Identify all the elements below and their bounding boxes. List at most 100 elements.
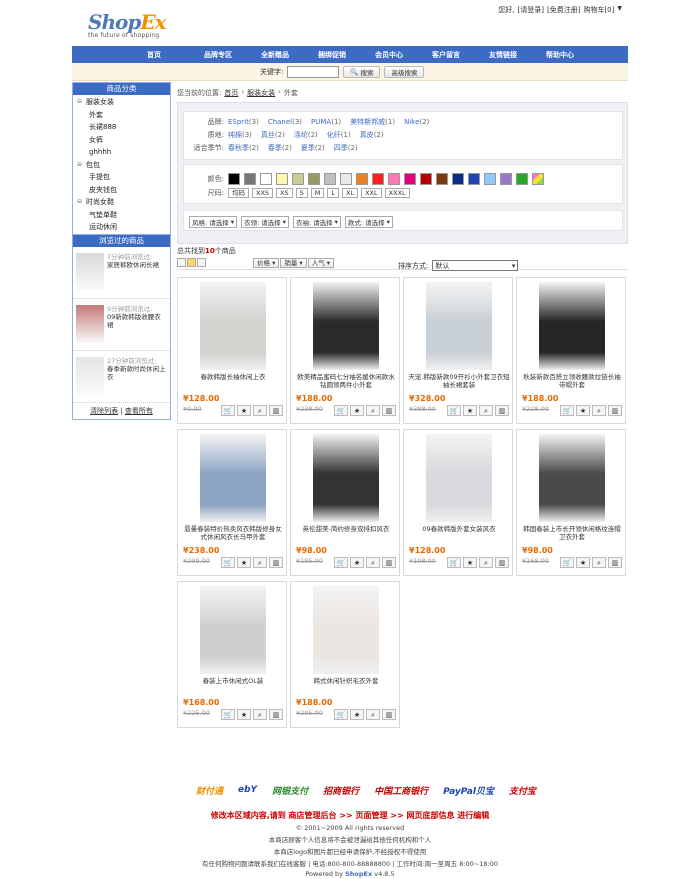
- clear-history-link[interactable]: 清除列表: [90, 407, 118, 415]
- cart-icon[interactable]: 🛒: [447, 405, 461, 416]
- color-swatch[interactable]: [276, 172, 288, 185]
- cart-icon[interactable]: 🛒: [221, 709, 235, 720]
- compare-icon[interactable]: ▥: [382, 709, 396, 720]
- product-image[interactable]: [426, 282, 492, 370]
- favorite-icon[interactable]: ★: [350, 709, 364, 720]
- color-swatch[interactable]: [308, 172, 320, 185]
- history-item[interactable]: 9分钟前浏览过: 09新款韩版收腰衣裙: [73, 299, 170, 351]
- login-link[interactable]: [请登录]: [518, 5, 544, 15]
- history-thumbnail[interactable]: [76, 305, 104, 343]
- product-name[interactable]: 天宠.韩版新款09开衫小外套卫衣短袖长裙套装: [408, 373, 510, 391]
- payment-logo[interactable]: 招商银行: [323, 784, 359, 797]
- collapse-icon[interactable]: ⊖: [77, 96, 83, 109]
- size-option[interactable]: XXL: [361, 187, 382, 198]
- color-swatch[interactable]: [356, 172, 368, 185]
- product-image[interactable]: [313, 434, 379, 522]
- favorite-icon[interactable]: ★: [237, 709, 251, 720]
- zoom-icon[interactable]: ⌕: [366, 557, 380, 568]
- nav-item-4[interactable]: 会员中心: [375, 50, 432, 60]
- product-card[interactable]: 春装上市休闲式OL装 ¥168.00 ¥225.00 🛒 ★ ⌕ ▥: [177, 581, 287, 728]
- filter-option[interactable]: Nike(2): [404, 118, 429, 126]
- compare-icon[interactable]: ▥: [608, 405, 622, 416]
- filter-option[interactable]: 春秋季(2): [228, 143, 259, 153]
- sort-button[interactable]: 人气 ▾: [307, 258, 335, 268]
- category-item[interactable]: ⊖ 服装女装: [73, 96, 170, 109]
- category-item[interactable]: 长裙888: [73, 121, 170, 134]
- color-swatch[interactable]: [404, 172, 416, 185]
- sort-button[interactable]: 价格 ▾: [253, 258, 280, 268]
- product-image[interactable]: [200, 586, 266, 674]
- compare-icon[interactable]: ▥: [495, 557, 509, 568]
- nav-item-6[interactable]: 友情链接: [489, 50, 546, 60]
- nav-item-1[interactable]: 品牌专区: [204, 50, 261, 60]
- favorite-icon[interactable]: ★: [576, 405, 590, 416]
- zoom-icon[interactable]: ⌕: [366, 709, 380, 720]
- compare-icon[interactable]: ▥: [495, 405, 509, 416]
- size-option[interactable]: XS: [276, 187, 293, 198]
- size-option[interactable]: XXS: [252, 187, 274, 198]
- nav-item-5[interactable]: 客户留言: [432, 50, 489, 60]
- zoom-icon[interactable]: ⌕: [366, 405, 380, 416]
- product-image[interactable]: [200, 282, 266, 370]
- color-swatch[interactable]: [484, 172, 496, 185]
- history-thumbnail[interactable]: [76, 357, 104, 395]
- compare-icon[interactable]: ▥: [608, 557, 622, 568]
- nav-item-2[interactable]: 全新赠品: [261, 50, 318, 60]
- color-swatch[interactable]: [500, 172, 512, 185]
- filter-option[interactable]: 美特斯邦威(1): [350, 117, 395, 127]
- history-thumbnail[interactable]: [76, 253, 104, 291]
- filter-option[interactable]: 夏季(2): [301, 143, 325, 153]
- color-swatch[interactable]: [324, 172, 336, 185]
- breadcrumb-home[interactable]: 首页: [224, 88, 238, 98]
- view-all-link[interactable]: 查看所有: [125, 407, 153, 415]
- attribute-select[interactable]: 风格: 请选择 ▾: [189, 215, 237, 228]
- history-name[interactable]: 春季新款时尚休闲上衣: [107, 365, 167, 381]
- history-item[interactable]: 7分钟前浏览过: 家居裤欧休闲长裙: [73, 247, 170, 299]
- category-item[interactable]: 女裤: [73, 134, 170, 147]
- zoom-icon[interactable]: ⌕: [479, 557, 493, 568]
- color-swatch[interactable]: [516, 172, 528, 185]
- color-swatch[interactable]: [388, 172, 400, 185]
- list-view-icon[interactable]: [177, 258, 186, 267]
- filter-option[interactable]: 真丝(2): [261, 130, 285, 140]
- payment-logo[interactable]: PayPal贝宝: [443, 784, 494, 797]
- favorite-icon[interactable]: ★: [237, 405, 251, 416]
- color-swatch[interactable]: [244, 172, 256, 185]
- product-name[interactable]: 欧美精品蜜码七分袖名媛休闲款水钻圆领两件小外套: [295, 373, 397, 391]
- category-item[interactable]: ghhhh: [73, 146, 170, 159]
- register-link[interactable]: [免费注册]: [547, 5, 580, 15]
- favorite-icon[interactable]: ★: [463, 405, 477, 416]
- dropdown-arrow-icon[interactable]: ▼: [617, 5, 622, 15]
- filter-option[interactable]: 四季(2): [334, 143, 358, 153]
- product-name[interactable]: 韩式休闲针织毛衣外套: [295, 677, 397, 695]
- product-name[interactable]: 唇曼春装特价热卖风衣韩版修身女式休闲风衣长马甲外套: [182, 525, 284, 543]
- product-name[interactable]: 春装上市休闲式OL装: [182, 677, 284, 695]
- text-view-icon[interactable]: [197, 258, 206, 267]
- color-swatch[interactable]: [228, 172, 240, 185]
- cart-icon[interactable]: 🛒: [221, 405, 235, 416]
- compare-icon[interactable]: ▥: [382, 405, 396, 416]
- compare-icon[interactable]: ▥: [269, 405, 283, 416]
- category-item[interactable]: 皮夹钱包: [73, 184, 170, 197]
- cart-icon[interactable]: 🛒: [221, 557, 235, 568]
- size-option[interactable]: XL: [342, 187, 359, 198]
- cart-icon[interactable]: 🛒: [334, 405, 348, 416]
- product-card[interactable]: 韩式休闲针织毛衣外套 ¥188.00 ¥295.00 🛒 ★ ⌕ ▥: [290, 581, 400, 728]
- payment-logo[interactable]: 网银支付: [272, 784, 308, 797]
- size-option[interactable]: 均码: [228, 187, 249, 198]
- color-swatch[interactable]: [292, 172, 304, 185]
- zoom-icon[interactable]: ⌕: [253, 405, 267, 416]
- cart-link[interactable]: 购物车[0]: [583, 5, 614, 15]
- cart-icon[interactable]: 🛒: [560, 557, 574, 568]
- filter-option[interactable]: 纯棉(3): [228, 130, 252, 140]
- history-item[interactable]: 27分钟前浏览过: 春季新款时尚休闲上衣: [73, 351, 170, 403]
- breadcrumb-category[interactable]: 服装女装: [247, 88, 275, 98]
- product-name[interactable]: 秋装新款百搭立领收腰款拉链长袖带帽外套: [521, 373, 623, 391]
- category-item[interactable]: 气垫单鞋: [73, 209, 170, 222]
- color-swatch[interactable]: [436, 172, 448, 185]
- product-card[interactable]: 春款韩版长袖休闲上衣 ¥128.00 ¥0.00 🛒 ★ ⌕ ▥: [177, 277, 287, 424]
- filter-option[interactable]: PUMA(1): [311, 118, 341, 126]
- product-image[interactable]: [200, 434, 266, 522]
- nav-item-7[interactable]: 帮助中心: [546, 50, 603, 60]
- product-name[interactable]: 英伦甜美-简约修身双排扣风衣: [295, 525, 397, 543]
